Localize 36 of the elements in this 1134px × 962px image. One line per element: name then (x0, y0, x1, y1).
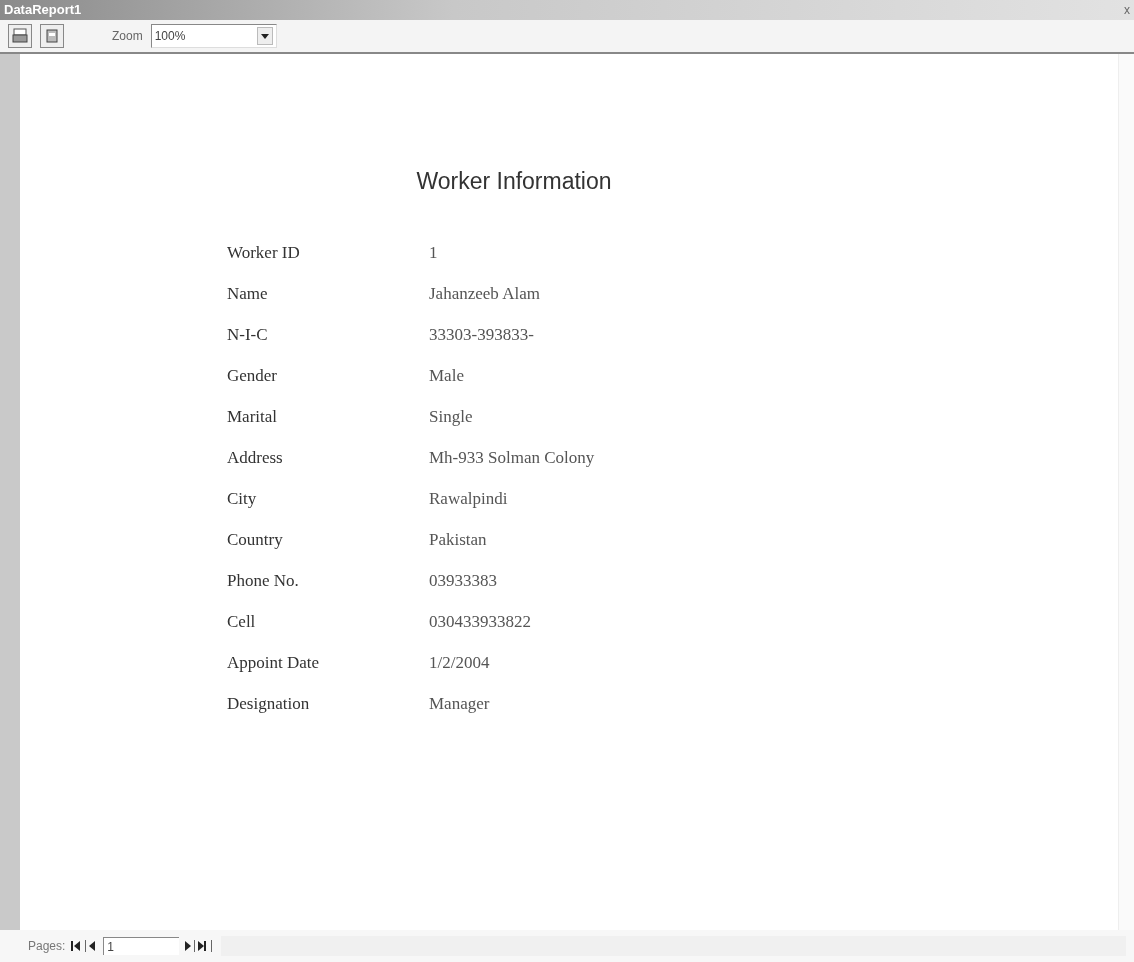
field-label: Gender (227, 365, 279, 388)
zoom-dropdown[interactable]: 100% (150, 24, 277, 48)
field-label: N-I-C (227, 324, 269, 347)
page-number-field[interactable]: 1 (103, 937, 180, 955)
report-title: Worker Information (415, 167, 613, 196)
field-value: 03933383 (429, 570, 497, 593)
field-value: Single (429, 406, 473, 429)
vertical-scrollbar[interactable] (1118, 54, 1134, 930)
field-label: Designation (227, 693, 311, 716)
pages-label: Pages: (28, 938, 66, 955)
zoom-label: Zoom (112, 28, 143, 45)
field-value: Jahanzeeb Alam (429, 283, 540, 306)
field-label: Worker ID (227, 242, 301, 265)
field-value: Mh-933 Solman Colony (429, 447, 595, 470)
field-label: Name (227, 283, 269, 306)
field-label: Marital (227, 406, 279, 429)
field-label: Address (227, 447, 284, 470)
field-value: 33303-393833- (429, 324, 534, 347)
print-icon[interactable] (8, 24, 32, 48)
field-label: Country (227, 529, 284, 552)
field-value: 030433933822 (429, 611, 531, 634)
export-icon[interactable] (40, 24, 64, 48)
caret-icon (260, 33, 269, 39)
field-label: Cell (227, 611, 257, 634)
field-value: 1/2/2004 (429, 652, 490, 675)
field-label: City (227, 488, 258, 511)
field-label: Appoint Date (227, 652, 321, 675)
close-button[interactable]: x (1124, 4, 1130, 16)
first-page-icon[interactable] (71, 940, 98, 952)
field-value: 1 (429, 242, 438, 265)
window-title: DataReport1 (4, 1, 82, 20)
field-value: Rawalpindi (429, 488, 508, 511)
field-value: Male (429, 365, 464, 388)
field-value: Pakistan (429, 529, 487, 552)
field-value: Manager (429, 693, 490, 716)
field-label: Phone No. (227, 570, 300, 593)
